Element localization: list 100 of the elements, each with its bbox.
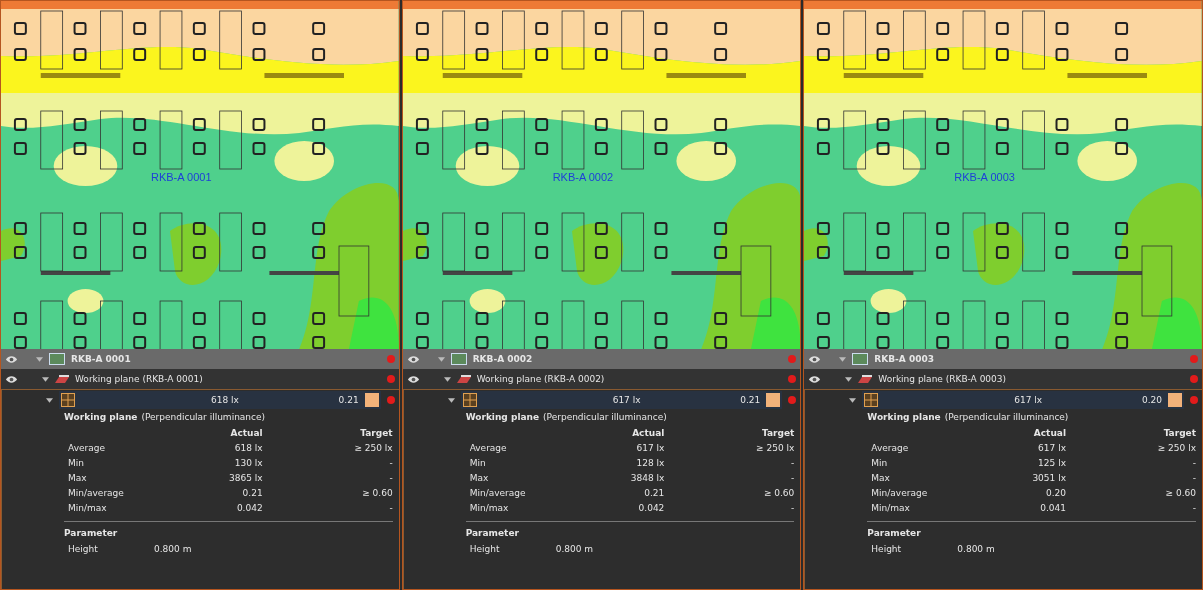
table-cell-text: 3848 lx (629, 473, 665, 483)
plane-icon (456, 375, 471, 383)
table-cell-text: - (790, 503, 795, 513)
table-cell-text: 125 lx (1037, 458, 1066, 468)
eye-icon[interactable] (406, 374, 420, 384)
table-cell-text: 128 lx (635, 458, 665, 468)
table-cell-text: - (790, 458, 795, 468)
table-cell-text: Max (871, 473, 891, 483)
summary-ratio: 0.21 (740, 395, 761, 405)
table-cell-text: ≥ 0.60 (762, 488, 795, 498)
status-dot-icon (788, 355, 797, 363)
table-cell-text: ≥ 250 lx (755, 443, 795, 453)
table-cell-text: ≥ 250 lx (1156, 443, 1196, 453)
table-cell-text: - (388, 503, 393, 513)
table-cell-text: 3865 lx (228, 473, 263, 483)
grid-icon (61, 393, 75, 407)
column-header: Actual (1032, 428, 1066, 438)
section-subtitle: (Perpendicular illuminance) (944, 412, 1069, 422)
room-name[interactable]: RKB-A 0001 (71, 354, 131, 364)
table-cell-text: Average (469, 443, 508, 453)
table-cell-text: ≥ 250 lx (353, 443, 393, 453)
column-header: Target (761, 428, 795, 438)
summary-ratio: 0.21 (338, 395, 359, 405)
table-cell-text: Average (68, 443, 106, 453)
table-cell-text: 0.20 (1044, 488, 1066, 498)
table-cell-text: Average (871, 443, 910, 453)
table-cell-text: 0.042 (637, 503, 665, 513)
caret-icon[interactable] (42, 376, 49, 382)
table-cell-text: Min (68, 458, 85, 468)
eye-icon[interactable] (808, 374, 822, 384)
caret-icon[interactable] (447, 397, 455, 403)
eye-icon[interactable] (5, 354, 18, 364)
table-cell-text: - (388, 473, 393, 483)
status-dot-icon (386, 375, 395, 383)
table-cell-text: 618 lx (233, 443, 263, 453)
parameter-title: Parameter (64, 528, 119, 538)
table-cell-text: 617 lx (1037, 443, 1066, 453)
caret-icon[interactable] (443, 376, 451, 382)
section-title: Working plane (465, 412, 540, 422)
room-label: RKB-A 0003 (954, 171, 1015, 183)
table-cell-text: Min (469, 458, 487, 468)
parameter-label: Height (871, 544, 903, 554)
column-header: Target (1162, 428, 1196, 438)
parameter-value: 0.800 m (154, 544, 192, 554)
table-cell-text: 0.042 (235, 503, 263, 513)
parameter-title: Parameter (867, 528, 922, 538)
section-title: Working plane (64, 412, 138, 422)
plane-name[interactable]: Working plane (RKB-A 0002) (476, 374, 605, 384)
column-header: Target (359, 428, 393, 438)
plane-icon (55, 375, 69, 383)
caret-icon[interactable] (845, 376, 853, 382)
status-dot-icon (1190, 396, 1198, 404)
status-dot-icon (386, 396, 395, 404)
summary-value: 617 lx (612, 395, 641, 405)
table-cell-text: Max (68, 473, 88, 483)
grid-icon (462, 393, 477, 407)
table-cell-text: 130 lx (233, 458, 263, 468)
room-name[interactable]: RKB-A 0003 (874, 354, 934, 364)
plane-name[interactable]: Working plane (RKB-A 0001) (75, 374, 203, 384)
table-cell-text: 617 lx (635, 443, 665, 453)
table-cell-text: 0.21 (643, 488, 665, 498)
table-cell-text: ≥ 0.60 (361, 488, 393, 498)
status-dot-icon (1190, 375, 1198, 383)
table-cell-text: Min/max (68, 503, 108, 513)
room-icon (852, 353, 869, 365)
section-subtitle: (Perpendicular illuminance) (141, 412, 266, 422)
room-label: RKB-A 0001 (151, 171, 212, 183)
table-cell-text: - (1191, 503, 1196, 513)
table-cell-text: Min/max (871, 503, 911, 513)
parameter-value: 0.800 m (957, 544, 995, 554)
status-dot-icon (1190, 355, 1198, 363)
table-cell-text: 0.21 (241, 488, 263, 498)
table-cell-text: 3051 lx (1031, 473, 1066, 483)
parameter-label: Height (68, 544, 99, 554)
column-header: Actual (229, 428, 263, 438)
parameter-title: Parameter (465, 528, 520, 538)
summary-value: 618 lx (211, 395, 239, 405)
table-cell-text: Min/average (871, 488, 929, 498)
section-title: Working plane (867, 412, 941, 422)
plane-icon (858, 375, 873, 383)
table-cell-text: - (1191, 473, 1196, 483)
table-cell-text: Min/average (469, 488, 527, 498)
table-cell-text: Min (871, 458, 889, 468)
table-cell-text: ≥ 0.60 (1164, 488, 1196, 498)
summary-value: 617 lx (1014, 395, 1043, 405)
parameter-label: Height (469, 544, 501, 554)
eye-icon[interactable] (5, 374, 18, 384)
grid-icon (864, 393, 879, 407)
table-cell-text: 0.041 (1039, 503, 1066, 513)
eye-icon[interactable] (808, 354, 822, 364)
caret-icon[interactable] (849, 397, 857, 403)
eye-icon[interactable] (406, 354, 420, 364)
table-cell-text: Min/average (68, 488, 125, 498)
room-icon (450, 353, 467, 365)
status-dot-icon (788, 396, 797, 404)
room-name[interactable]: RKB-A 0002 (472, 354, 533, 364)
room-icon (49, 353, 65, 365)
table-cell-text: Max (469, 473, 490, 483)
caret-icon[interactable] (46, 397, 53, 403)
plane-name[interactable]: Working plane (RKB-A 0003) (878, 374, 1007, 384)
